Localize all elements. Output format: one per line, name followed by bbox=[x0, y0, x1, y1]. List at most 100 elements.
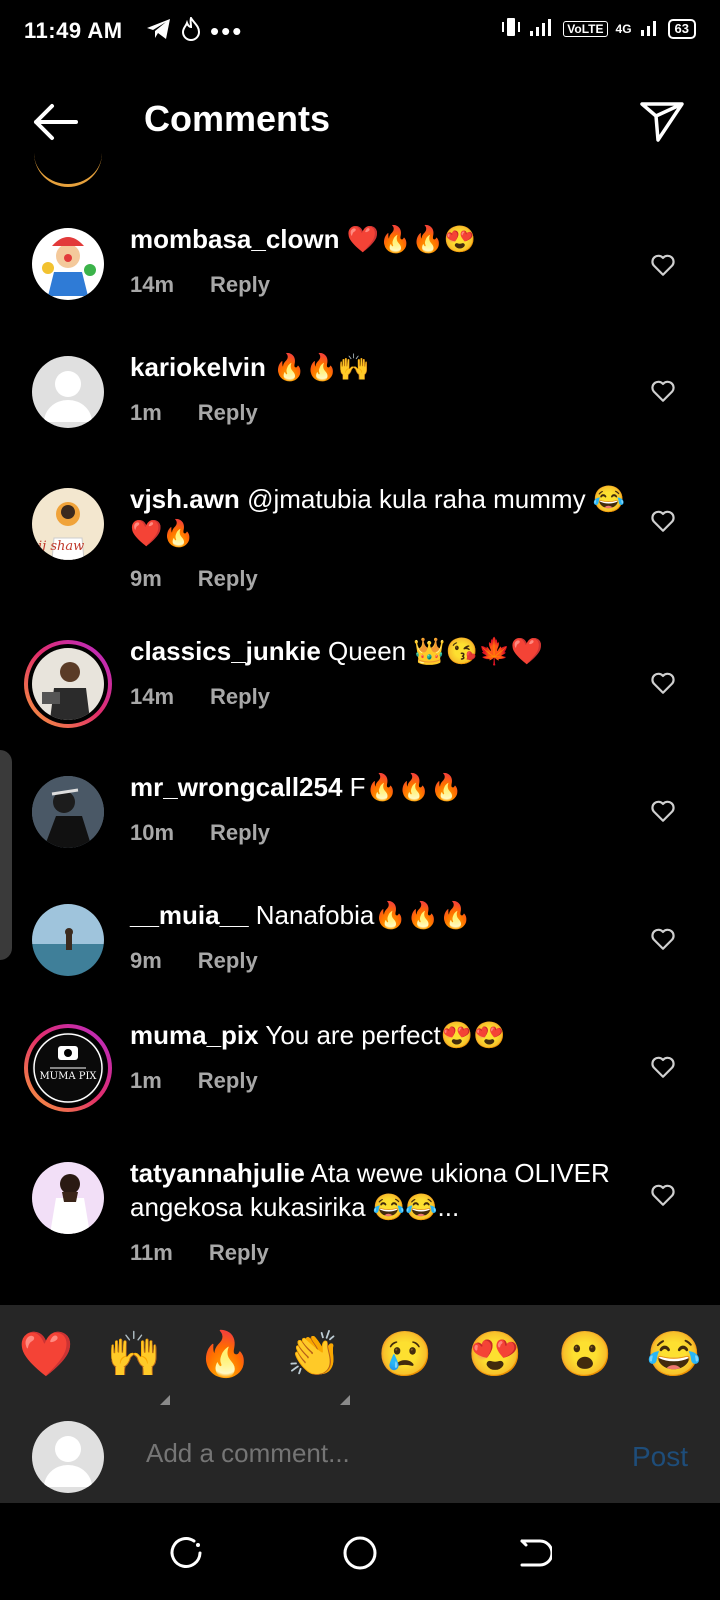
comment-username[interactable]: tatyannahjulie bbox=[130, 1158, 305, 1188]
comment-time: 9m bbox=[130, 566, 162, 591]
comment-time: 14m bbox=[130, 684, 175, 709]
like-button[interactable] bbox=[650, 1054, 676, 1080]
reply-button[interactable]: Reply bbox=[198, 1068, 258, 1093]
signal-icon bbox=[529, 17, 555, 40]
recents-icon bbox=[170, 1537, 202, 1568]
back-button[interactable] bbox=[30, 100, 80, 144]
like-button[interactable] bbox=[650, 378, 676, 404]
reaction-heart[interactable]: ❤️ bbox=[16, 1327, 76, 1383]
signal-icon-2 bbox=[640, 17, 660, 40]
reaction-raised-hands[interactable]: 🙌 bbox=[104, 1327, 164, 1383]
comment-username[interactable]: mombasa_clown bbox=[130, 224, 340, 254]
reply-button[interactable]: Reply bbox=[198, 566, 258, 591]
share-button[interactable] bbox=[638, 96, 686, 144]
comment-input[interactable] bbox=[144, 1437, 588, 1470]
heart-outline-icon bbox=[651, 1056, 675, 1078]
comment-input-bar: Post bbox=[0, 1411, 720, 1503]
avatar-with-story-ring[interactable]: MUMA PIX bbox=[24, 1024, 112, 1112]
comment-text: vjsh.awn @jmatubia kula raha mummy 😂❤️🔥 bbox=[130, 482, 630, 550]
like-button[interactable] bbox=[650, 926, 676, 952]
status-left-icons: ••• bbox=[146, 15, 243, 47]
comment-username[interactable]: vjsh.awn bbox=[130, 484, 240, 514]
reply-button[interactable]: Reply bbox=[198, 948, 258, 973]
avatar[interactable]: ij shaw bbox=[32, 488, 104, 560]
recents-button[interactable] bbox=[168, 1535, 204, 1571]
post-button[interactable]: Post bbox=[632, 1441, 688, 1473]
reaction-surprised[interactable]: 😮 bbox=[555, 1327, 615, 1383]
reply-button[interactable]: Reply bbox=[210, 684, 270, 709]
send-icon bbox=[640, 102, 684, 142]
comment-time: 10m bbox=[130, 820, 175, 845]
like-button[interactable] bbox=[650, 1182, 676, 1208]
comment-text: muma_pix You are perfect😍😍 bbox=[130, 1018, 630, 1052]
heart-outline-icon bbox=[651, 928, 675, 950]
avatar-with-story-ring[interactable] bbox=[24, 640, 112, 728]
reaction-laughing[interactable]: 😂 bbox=[644, 1327, 704, 1383]
comment-username[interactable]: mr_wrongcall254 bbox=[130, 772, 342, 802]
home-circle-icon bbox=[343, 1536, 377, 1570]
back-nav-button[interactable] bbox=[516, 1535, 554, 1571]
comment-meta: 9m Reply bbox=[130, 948, 258, 974]
avatar[interactable] bbox=[32, 228, 104, 300]
comment-body: ❤️🔥🔥😍 bbox=[346, 224, 477, 254]
comment-time: 1m bbox=[130, 400, 162, 425]
comments-header: Comments bbox=[0, 80, 720, 164]
heart-outline-icon bbox=[651, 1184, 675, 1206]
comment-text: tatyannahjulie Ata wewe ukiona OLIVER an… bbox=[130, 1156, 630, 1224]
like-button[interactable] bbox=[650, 798, 676, 824]
comment-meta: 1m Reply bbox=[130, 400, 258, 426]
home-button[interactable] bbox=[342, 1535, 378, 1571]
like-button[interactable] bbox=[650, 670, 676, 696]
reply-button[interactable]: Reply bbox=[198, 400, 258, 425]
comment-body: You are perfect😍😍 bbox=[265, 1020, 506, 1050]
comment-meta: 14m Reply bbox=[130, 272, 270, 298]
comment-username[interactable]: __muia__ bbox=[130, 900, 249, 930]
comment-body: Nanafobia🔥🔥🔥 bbox=[255, 900, 472, 930]
reaction-clap[interactable]: 👏 bbox=[284, 1327, 344, 1383]
status-time: 11:49 AM bbox=[24, 18, 123, 43]
battery-indicator: 63 bbox=[667, 18, 696, 39]
heart-outline-icon bbox=[651, 510, 675, 532]
comment-username[interactable]: classics_junkie bbox=[130, 636, 321, 666]
comment-time: 11m bbox=[130, 1240, 173, 1265]
reaction-heart-eyes[interactable]: 😍 bbox=[465, 1327, 525, 1383]
avatar[interactable] bbox=[32, 904, 104, 976]
edge-panel-handle[interactable] bbox=[0, 750, 12, 960]
like-button[interactable] bbox=[650, 252, 676, 278]
comment-meta: 14m Reply bbox=[130, 684, 270, 710]
reaction-crying[interactable]: 😢 bbox=[375, 1327, 435, 1383]
back-nav-icon bbox=[520, 1539, 554, 1567]
comment-body: 🔥🔥🙌 bbox=[273, 352, 371, 382]
heart-outline-icon bbox=[651, 672, 675, 694]
avatar[interactable] bbox=[32, 776, 104, 848]
volte-badge: VoLTE bbox=[563, 20, 608, 37]
reply-button[interactable]: Reply bbox=[210, 820, 270, 845]
svg-text:ij shaw: ij shaw bbox=[38, 539, 84, 554]
reaction-fire[interactable]: 🔥 bbox=[195, 1327, 255, 1383]
comment-username[interactable]: muma_pix bbox=[130, 1020, 259, 1050]
comment-text: kariokelvin 🔥🔥🙌 bbox=[130, 350, 630, 384]
comment-text: classics_junkie Queen 👑😘🍁❤️ bbox=[130, 634, 630, 668]
comment-text: __muia__ Nanafobia🔥🔥🔥 bbox=[130, 898, 630, 932]
avatar-logo-text: MUMA PIX bbox=[39, 1071, 97, 1082]
comment-text: mr_wrongcall254 F🔥🔥🔥 bbox=[130, 770, 630, 804]
comment-username[interactable]: kariokelvin bbox=[130, 352, 266, 382]
heart-outline-icon bbox=[651, 800, 675, 822]
telegram-icon bbox=[146, 18, 172, 46]
avatar[interactable] bbox=[32, 1162, 104, 1234]
reply-button[interactable]: Reply bbox=[209, 1240, 269, 1265]
arrow-left-icon bbox=[34, 104, 78, 140]
page-title: Comments bbox=[144, 98, 331, 139]
tinder-icon bbox=[181, 15, 201, 47]
system-nav-bar bbox=[0, 1503, 720, 1600]
reply-button[interactable]: Reply bbox=[210, 272, 270, 297]
quick-reactions-bar: ❤️ 🙌 🔥 👏 😢 😍 😮 😂 bbox=[0, 1305, 720, 1411]
avatar[interactable] bbox=[32, 356, 104, 428]
partial-avatar-ring bbox=[34, 140, 102, 187]
skin-tone-indicator-icon bbox=[340, 1395, 350, 1405]
like-button[interactable] bbox=[650, 508, 676, 534]
comment-meta: 1m Reply bbox=[130, 1068, 258, 1094]
comment-meta: 9m Reply bbox=[130, 566, 258, 592]
avatar bbox=[32, 648, 104, 720]
skin-tone-indicator-icon bbox=[160, 1395, 170, 1405]
